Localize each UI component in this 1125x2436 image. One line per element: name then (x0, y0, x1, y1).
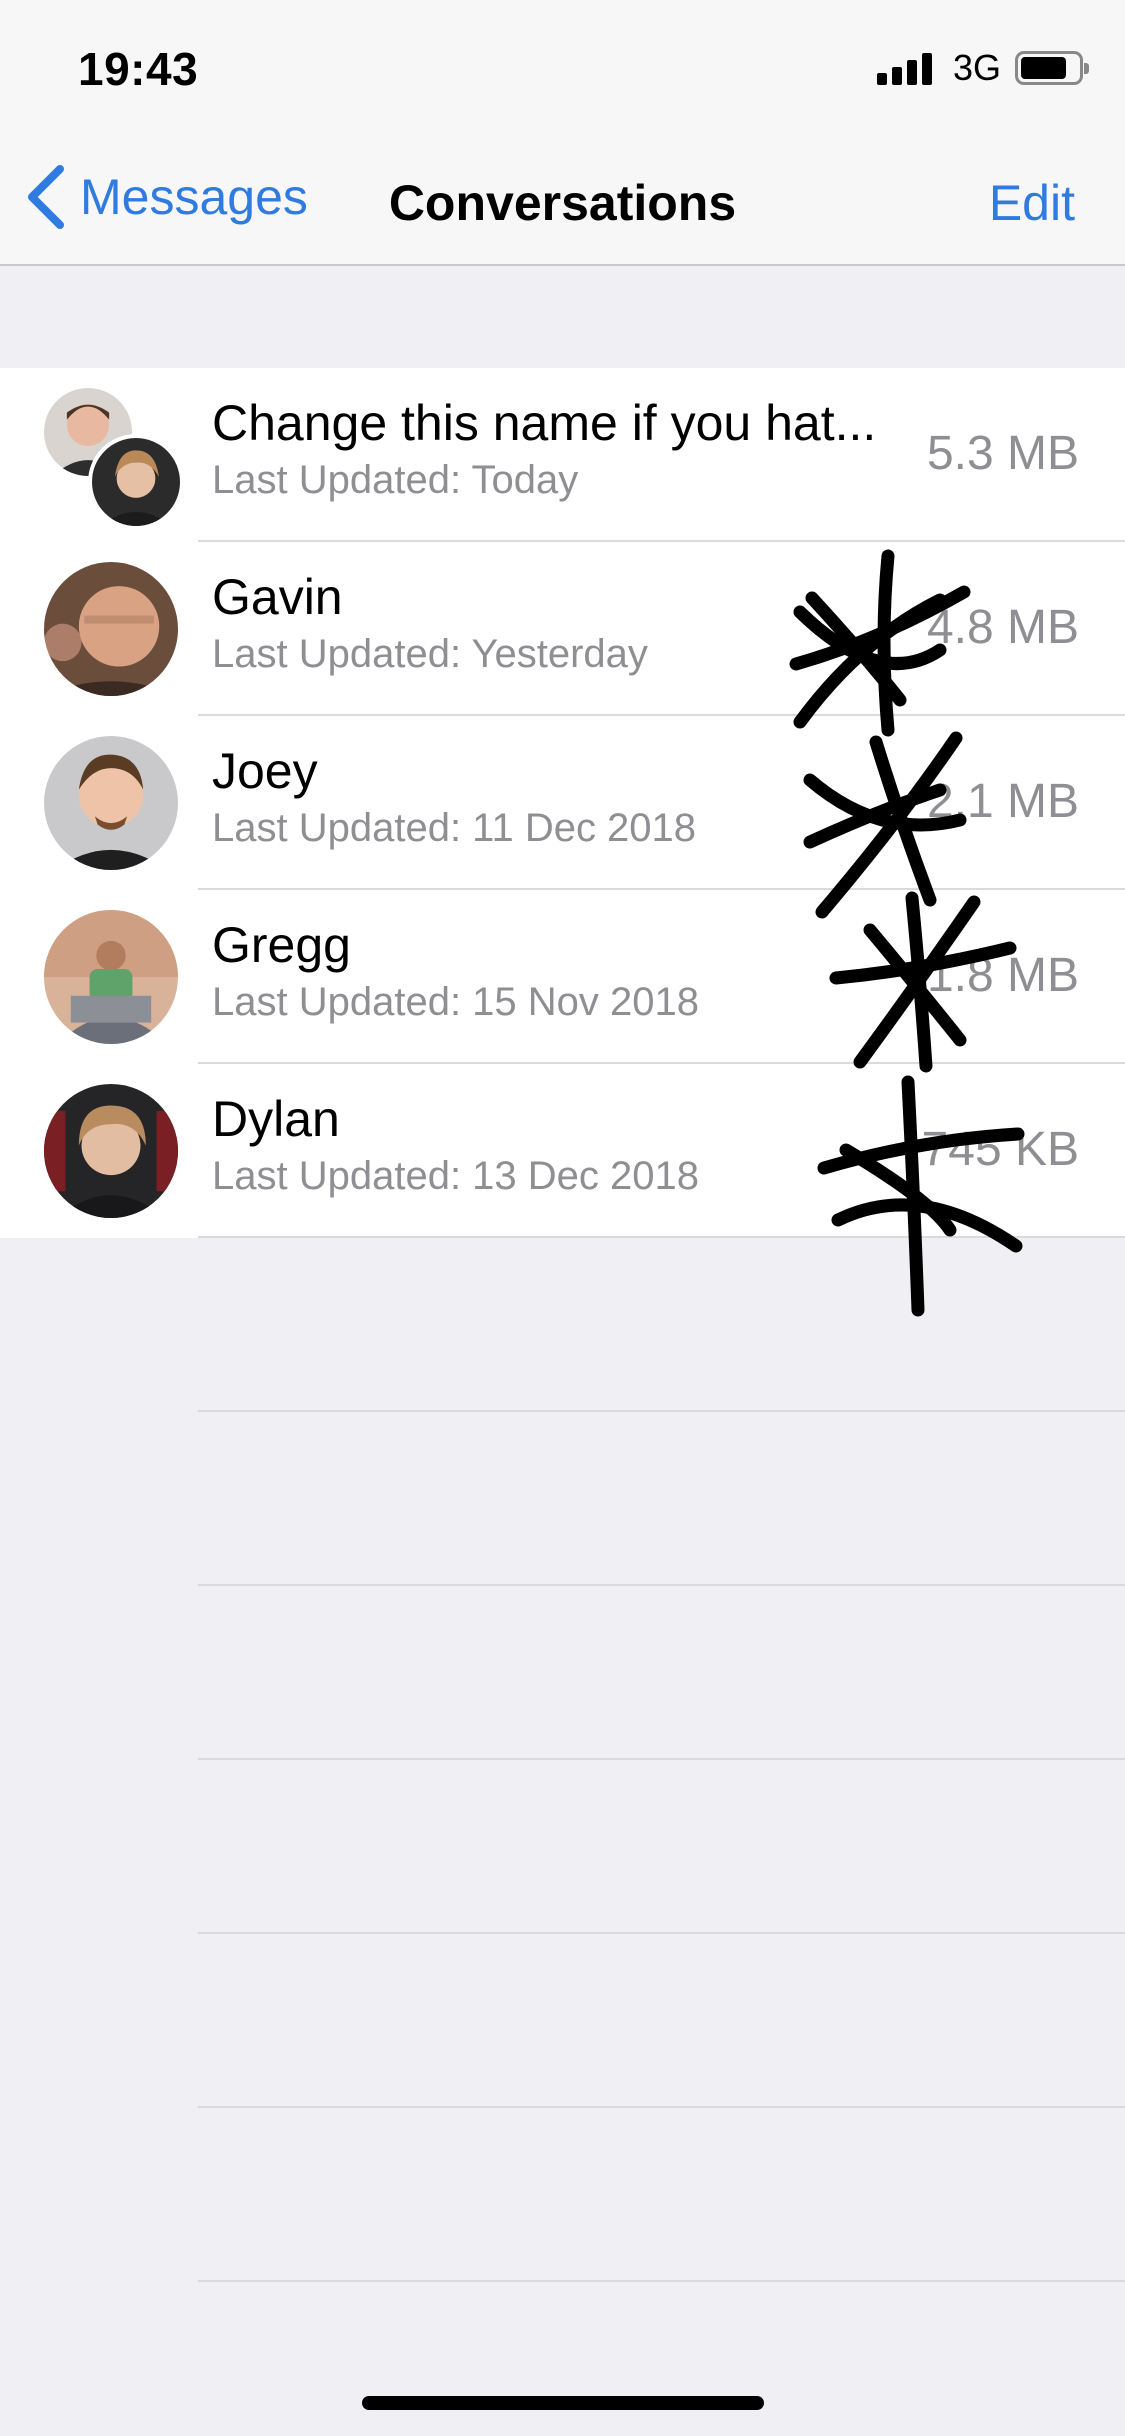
storage-size: 4.8 MB (926, 601, 1079, 654)
conversation-row[interactable]: Gregg Last Updated: 15 Nov 2018 1.8 MB (0, 890, 1125, 1064)
conversation-row[interactable]: Change this name if you hat... Last Upda… (0, 368, 1125, 542)
navigation-bar: Messages Conversations Edit (0, 132, 1125, 266)
conversation-row[interactable]: Joey Last Updated: 11 Dec 2018 2.1 MB (0, 716, 1125, 890)
empty-row-divider (0, 2108, 1125, 2282)
avatar (44, 562, 178, 696)
avatar (44, 1084, 178, 1218)
empty-row-divider (0, 1586, 1125, 1760)
avatar (44, 910, 178, 1044)
conversation-row[interactable]: Dylan Last Updated: 13 Dec 2018 745 KB (0, 1064, 1125, 1238)
storage-size: 745 KB (921, 1123, 1079, 1176)
conversation-list: Change this name if you hat... Last Upda… (0, 368, 1125, 1238)
status-bar: 19:43 3G (0, 0, 1125, 132)
conversation-name: Gavin (212, 569, 343, 625)
network-type: 3G (952, 47, 1001, 88)
home-indicator[interactable] (362, 2396, 764, 2410)
signal-strength-icon (876, 51, 937, 85)
last-updated: Last Updated: 13 Dec 2018 (212, 1154, 700, 1198)
group-avatar (44, 388, 184, 530)
conversation-name: Joey (212, 743, 318, 799)
conversation-name: Gregg (212, 917, 351, 973)
conversation-row[interactable]: Gavin Last Updated: Yesterday 4.8 MB (0, 542, 1125, 716)
last-updated: Last Updated: Today (212, 458, 579, 502)
empty-row-divider (0, 1238, 1125, 1412)
storage-size: 5.3 MB (926, 427, 1079, 480)
conversation-name: Change this name if you hat... (212, 395, 877, 451)
empty-row-divider (0, 1760, 1125, 1934)
empty-list-area (0, 1238, 1125, 2282)
last-updated: Last Updated: 11 Dec 2018 (212, 806, 697, 850)
empty-row-divider (0, 1412, 1125, 1586)
last-updated: Last Updated: Yesterday (212, 632, 648, 676)
storage-size: 2.1 MB (926, 775, 1079, 828)
empty-row-divider (0, 1934, 1125, 2108)
avatar (88, 434, 184, 530)
battery-icon (1015, 51, 1089, 85)
status-time: 19:43 (78, 43, 199, 95)
edit-button[interactable]: Edit (989, 174, 1075, 232)
conversation-name: Dylan (212, 1091, 340, 1147)
avatar (44, 736, 178, 870)
status-indicators: 3G (876, 47, 1089, 88)
page-title: Conversations (388, 175, 737, 231)
storage-size: 1.8 MB (926, 949, 1079, 1002)
last-updated: Last Updated: 15 Nov 2018 (212, 980, 700, 1024)
